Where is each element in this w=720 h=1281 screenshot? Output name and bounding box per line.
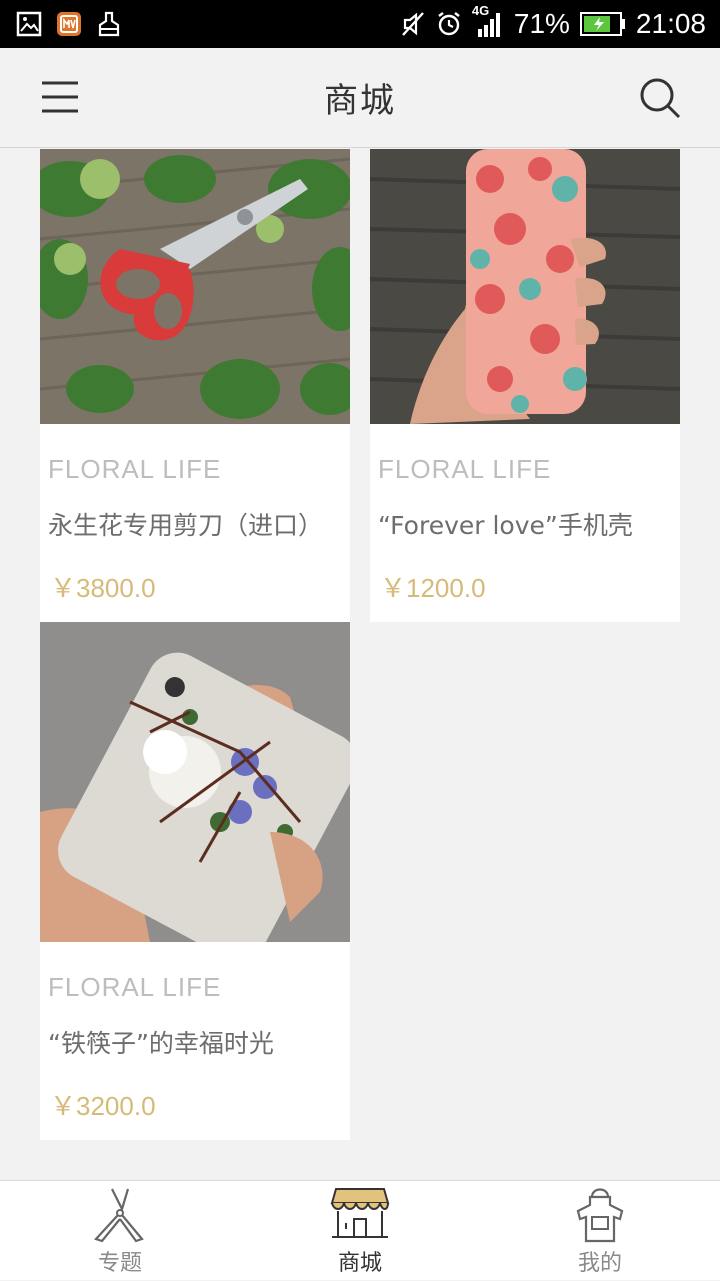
product-brand: FLORAL LIFE — [48, 972, 222, 1002]
battery-percent: 71% — [513, 8, 570, 39]
product-brand: FLORAL LIFE — [48, 454, 222, 484]
gallery-notification-icon — [16, 11, 42, 37]
tab-label: 我的 — [577, 1251, 622, 1276]
app-header: 商城 — [0, 48, 720, 148]
signal-indicator: 4G — [472, 3, 504, 39]
tab-label: 专题 — [97, 1251, 142, 1276]
tab-shop[interactable]: 商城 — [280, 1181, 440, 1281]
apron-icon — [576, 1188, 624, 1243]
product-card[interactable]: FLORAL LIFE “Forever love”手机壳 ￥1200.0 — [370, 149, 680, 622]
tab-label: 商城 — [337, 1251, 382, 1276]
menu-icon[interactable] — [40, 80, 80, 114]
product-name: 永生花专用剪刀（进口） — [48, 511, 324, 540]
battery-charging-icon — [579, 12, 625, 36]
status-right: 4G 71% 21:08 — [400, 3, 706, 40]
tab-mine[interactable]: 我的 — [520, 1181, 680, 1281]
page-title: 商城 — [324, 81, 396, 121]
product-image — [370, 149, 680, 424]
product-price: ￥1200.0 — [380, 573, 486, 603]
product-name: “Forever love”手机壳 — [378, 511, 633, 540]
signal-icon — [477, 13, 500, 37]
product-card[interactable]: FLORAL LIFE 永生花专用剪刀（进口） ￥3800.0 — [40, 149, 350, 622]
cleaner-notification-icon — [98, 11, 120, 37]
bottom-tab-bar: 专题 商城 我的 — [0, 1180, 720, 1280]
product-brand: FLORAL LIFE — [378, 454, 552, 484]
product-card[interactable]: FLORAL LIFE “铁筷子”的幸福时光 ￥3200.0 — [40, 622, 350, 1140]
product-image — [40, 622, 350, 942]
tab-topics[interactable]: 专题 — [40, 1181, 200, 1281]
product-price: ￥3200.0 — [50, 1091, 156, 1121]
product-name: “铁筷子”的幸福时光 — [48, 1029, 274, 1058]
product-image — [40, 149, 350, 424]
clock: 21:08 — [635, 8, 706, 39]
status-bar: 4G 71% 21:08 — [0, 0, 720, 48]
pruning-shears-icon — [94, 1188, 144, 1243]
search-icon[interactable] — [638, 76, 682, 120]
shop-awning-icon — [330, 1188, 390, 1238]
mute-icon — [401, 12, 424, 36]
alarm-icon — [438, 12, 460, 36]
product-grid: FLORAL LIFE 永生花专用剪刀（进口） ￥3800.0 FLORAL L… — [0, 149, 720, 1180]
mv-app-notification-icon — [57, 12, 81, 36]
status-left — [16, 11, 122, 37]
product-price: ￥3800.0 — [50, 573, 156, 603]
